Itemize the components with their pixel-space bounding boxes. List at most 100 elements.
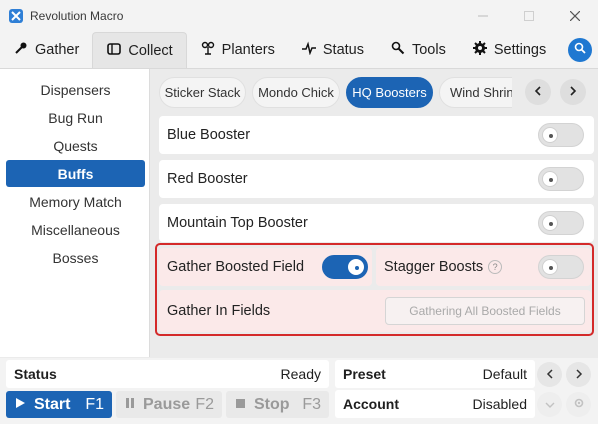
pause-button[interactable]: Pause F2 bbox=[116, 391, 222, 418]
subtab-hq-boosters[interactable]: HQ Boosters bbox=[346, 77, 433, 108]
blue-booster-row: Blue Booster bbox=[159, 116, 594, 154]
sidebar-item-buffs[interactable]: Buffs bbox=[6, 160, 145, 187]
account-panel: Account Disabled bbox=[335, 390, 535, 418]
tab-collect[interactable]: Collect bbox=[92, 32, 187, 68]
sidebar-item-bug-run[interactable]: Bug Run bbox=[6, 104, 145, 131]
mountain-top-booster-toggle[interactable] bbox=[538, 211, 584, 235]
stop-button[interactable]: Stop F3 bbox=[226, 391, 329, 418]
sidebar-item-miscellaneous[interactable]: Miscellaneous bbox=[6, 216, 145, 243]
minimize-button[interactable] bbox=[460, 0, 506, 32]
sidebar-item-label: Memory Match bbox=[29, 193, 122, 210]
tab-label: Status bbox=[322, 42, 364, 58]
stagger-boosts-row: Stagger Boosts ? bbox=[376, 248, 591, 286]
search-button[interactable] bbox=[568, 38, 592, 62]
preset-label: Preset bbox=[343, 366, 386, 382]
tab-status[interactable]: Status bbox=[288, 32, 377, 68]
pause-label: Pause bbox=[143, 395, 191, 413]
subtab-next-button[interactable] bbox=[560, 79, 586, 105]
stop-shortcut: F3 bbox=[302, 395, 321, 413]
pause-shortcut: F2 bbox=[195, 395, 214, 413]
subtab-wind-shrine[interactable]: Wind Shrine bbox=[439, 77, 512, 108]
account-label: Account bbox=[343, 396, 399, 412]
status-pulse-icon bbox=[301, 41, 316, 59]
status-value: Ready bbox=[280, 366, 321, 382]
mountain-top-booster-row: Mountain Top Booster bbox=[159, 204, 594, 242]
pause-icon bbox=[125, 396, 135, 414]
subtab-prev-button[interactable] bbox=[525, 79, 551, 105]
sidebar-item-label: Dispensers bbox=[40, 81, 111, 98]
sidebar-item-quests[interactable]: Quests bbox=[6, 132, 145, 159]
preset-next-button[interactable] bbox=[566, 362, 591, 387]
tab-tools[interactable]: Tools bbox=[377, 32, 459, 68]
sidebar-item-label: Bosses bbox=[52, 249, 99, 266]
row-label: Mountain Top Booster bbox=[167, 215, 308, 231]
subtab-label: Mondo Chick bbox=[258, 85, 334, 100]
red-booster-toggle[interactable] bbox=[538, 167, 584, 191]
preset-value[interactable]: Default bbox=[483, 366, 527, 382]
account-settings-button[interactable] bbox=[566, 392, 591, 417]
planters-icon bbox=[201, 41, 215, 59]
tab-label: Settings bbox=[493, 42, 547, 58]
gather-icon bbox=[14, 41, 28, 59]
sidebar: Dispensers Bug Run Quests Buffs Memory M… bbox=[0, 69, 150, 357]
tab-settings[interactable]: Settings bbox=[459, 32, 559, 68]
sidebar-item-memory-match[interactable]: Memory Match bbox=[6, 188, 145, 215]
chevron-left-icon bbox=[534, 83, 542, 101]
help-icon[interactable]: ? bbox=[488, 260, 503, 274]
tab-label: Gather bbox=[35, 42, 80, 58]
app-logo-icon bbox=[9, 9, 23, 23]
row-label: Gather Boosted Field bbox=[167, 259, 305, 275]
status-label: Status bbox=[14, 366, 57, 382]
gathering-fields-button[interactable]: Gathering All Boosted Fields bbox=[385, 297, 585, 325]
row-label: Gather In Fields bbox=[167, 303, 271, 319]
search-icon bbox=[574, 41, 586, 59]
sidebar-item-dispensers[interactable]: Dispensers bbox=[6, 76, 145, 103]
stagger-boosts-toggle[interactable] bbox=[538, 255, 584, 279]
tab-label: Tools bbox=[411, 42, 446, 58]
sidebar-item-label: Buffs bbox=[57, 165, 94, 182]
sidebar-item-label: Quests bbox=[53, 137, 98, 154]
chevron-left-icon bbox=[546, 366, 554, 384]
tab-label: Collect bbox=[128, 42, 173, 59]
start-button[interactable]: Start F1 bbox=[6, 391, 112, 418]
start-label: Start bbox=[34, 395, 71, 413]
account-dropdown-button[interactable] bbox=[537, 392, 562, 417]
gear-icon bbox=[573, 396, 585, 414]
stop-label: Stop bbox=[254, 395, 290, 413]
tools-icon bbox=[391, 41, 405, 59]
account-value[interactable]: Disabled bbox=[473, 396, 527, 412]
window-title: Revolution Macro bbox=[30, 9, 124, 23]
main-tabs: Gather Collect Planters Status Tools Set… bbox=[0, 32, 598, 68]
subtab-mondo-chick[interactable]: Mondo Chick bbox=[252, 77, 340, 108]
buffs-panel: Sticker Stack Mondo Chick HQ Boosters Wi… bbox=[151, 69, 598, 358]
subtab-label: Sticker Stack bbox=[164, 85, 241, 100]
preset-prev-button[interactable] bbox=[537, 362, 562, 387]
tab-gather[interactable]: Gather bbox=[0, 32, 92, 68]
red-booster-row: Red Booster bbox=[159, 160, 594, 198]
stop-icon bbox=[235, 396, 246, 414]
play-icon bbox=[15, 396, 26, 414]
content-area: Dispensers Bug Run Quests Buffs Memory M… bbox=[0, 68, 598, 358]
tab-planters[interactable]: Planters bbox=[187, 32, 288, 68]
sidebar-item-bosses[interactable]: Bosses bbox=[6, 244, 145, 271]
tab-label: Planters bbox=[221, 42, 275, 58]
close-button[interactable] bbox=[552, 0, 598, 32]
collect-icon bbox=[107, 42, 122, 60]
gear-icon bbox=[472, 41, 487, 59]
status-panel: Status Ready bbox=[6, 360, 329, 388]
sidebar-item-label: Miscellaneous bbox=[31, 221, 120, 238]
blue-booster-toggle[interactable] bbox=[538, 123, 584, 147]
subtab-sticker-stack[interactable]: Sticker Stack bbox=[159, 77, 246, 108]
chevron-right-icon bbox=[575, 366, 583, 384]
chevron-right-icon bbox=[569, 83, 577, 101]
subtab-label: Wind Shrine bbox=[450, 85, 512, 100]
row-label: Red Booster bbox=[167, 171, 248, 187]
preset-panel: Preset Default bbox=[335, 360, 535, 388]
chevron-down-icon bbox=[545, 396, 555, 414]
gather-boosted-field-row: Gather Boosted Field bbox=[159, 248, 372, 286]
title-bar: Revolution Macro bbox=[0, 0, 598, 32]
gather-in-fields-row: Gather In Fields Gathering All Boosted F… bbox=[159, 290, 591, 332]
subtab-strip: Sticker Stack Mondo Chick HQ Boosters Wi… bbox=[159, 77, 512, 108]
maximize-button[interactable] bbox=[506, 0, 552, 32]
gather-boosted-field-toggle[interactable] bbox=[322, 255, 368, 279]
